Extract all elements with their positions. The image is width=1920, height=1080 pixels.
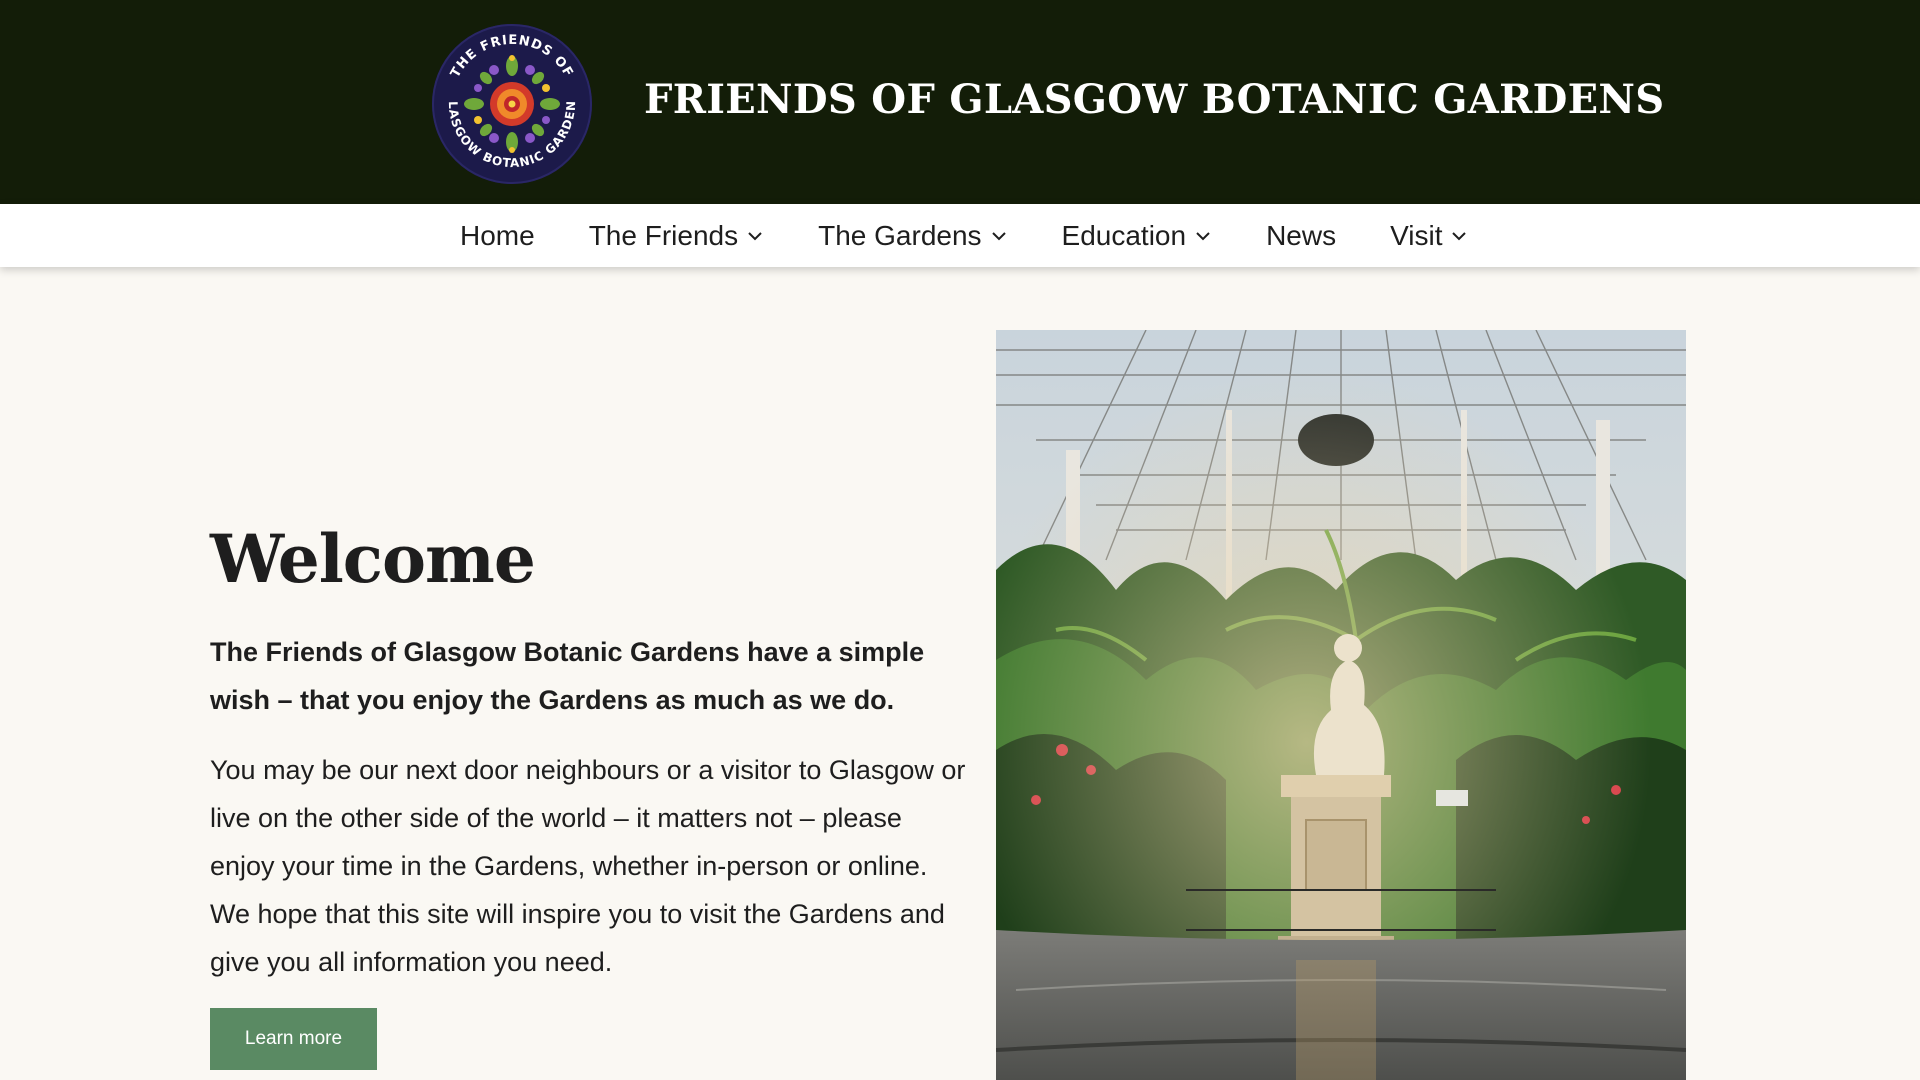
welcome-section: Welcome The Friends of Glasgow Botanic G… <box>210 520 970 1070</box>
nav-list: Home The Friends The Gardens Education N… <box>460 204 1468 267</box>
nav-item-label: The Friends <box>588 219 739 251</box>
main-navigation: Home The Friends The Gardens Education N… <box>0 204 1920 267</box>
site-logo[interactable]: THE FRIENDS OF GLASGOW BOTANIC GARDENS <box>430 22 594 186</box>
site-title[interactable]: FRIENDS OF GLASGOW BOTANIC GARDENS <box>644 76 1664 123</box>
nav-item-visit[interactable]: Visit <box>1390 220 1468 252</box>
nav-item-the-friends[interactable]: The Friends <box>589 220 764 252</box>
nav-item-label: The Gardens <box>818 219 982 251</box>
body-paragraph: You may be our next door neighbours or a… <box>210 755 966 977</box>
chevron-down-icon <box>1450 227 1468 245</box>
nav-item-label: Home <box>460 219 535 251</box>
nav-item-label: Visit <box>1390 219 1443 251</box>
learn-more-button[interactable]: Learn more <box>210 1008 377 1070</box>
floral-emblem-icon: THE FRIENDS OF GLASGOW BOTANIC GARDENS <box>430 22 592 184</box>
chevron-down-icon <box>746 227 764 245</box>
nav-item-label: Education <box>1061 219 1187 251</box>
nav-item-the-gardens[interactable]: The Gardens <box>818 220 1007 252</box>
nav-item-news[interactable]: News <box>1266 220 1336 252</box>
glasshouse-statue-image <box>996 330 1686 1080</box>
chevron-down-icon <box>1194 227 1212 245</box>
site-header: THE FRIENDS OF GLASGOW BOTANIC GARDENS <box>0 0 1920 204</box>
nav-item-label: News <box>1266 219 1337 251</box>
chevron-down-icon <box>990 227 1008 245</box>
lead-paragraph: The Friends of Glasgow Botanic Gardens h… <box>210 637 925 715</box>
nav-item-education[interactable]: Education <box>1062 220 1213 252</box>
page-heading: Welcome <box>210 520 536 598</box>
hero-image <box>996 330 1686 1080</box>
nav-item-home[interactable]: Home <box>460 220 535 252</box>
